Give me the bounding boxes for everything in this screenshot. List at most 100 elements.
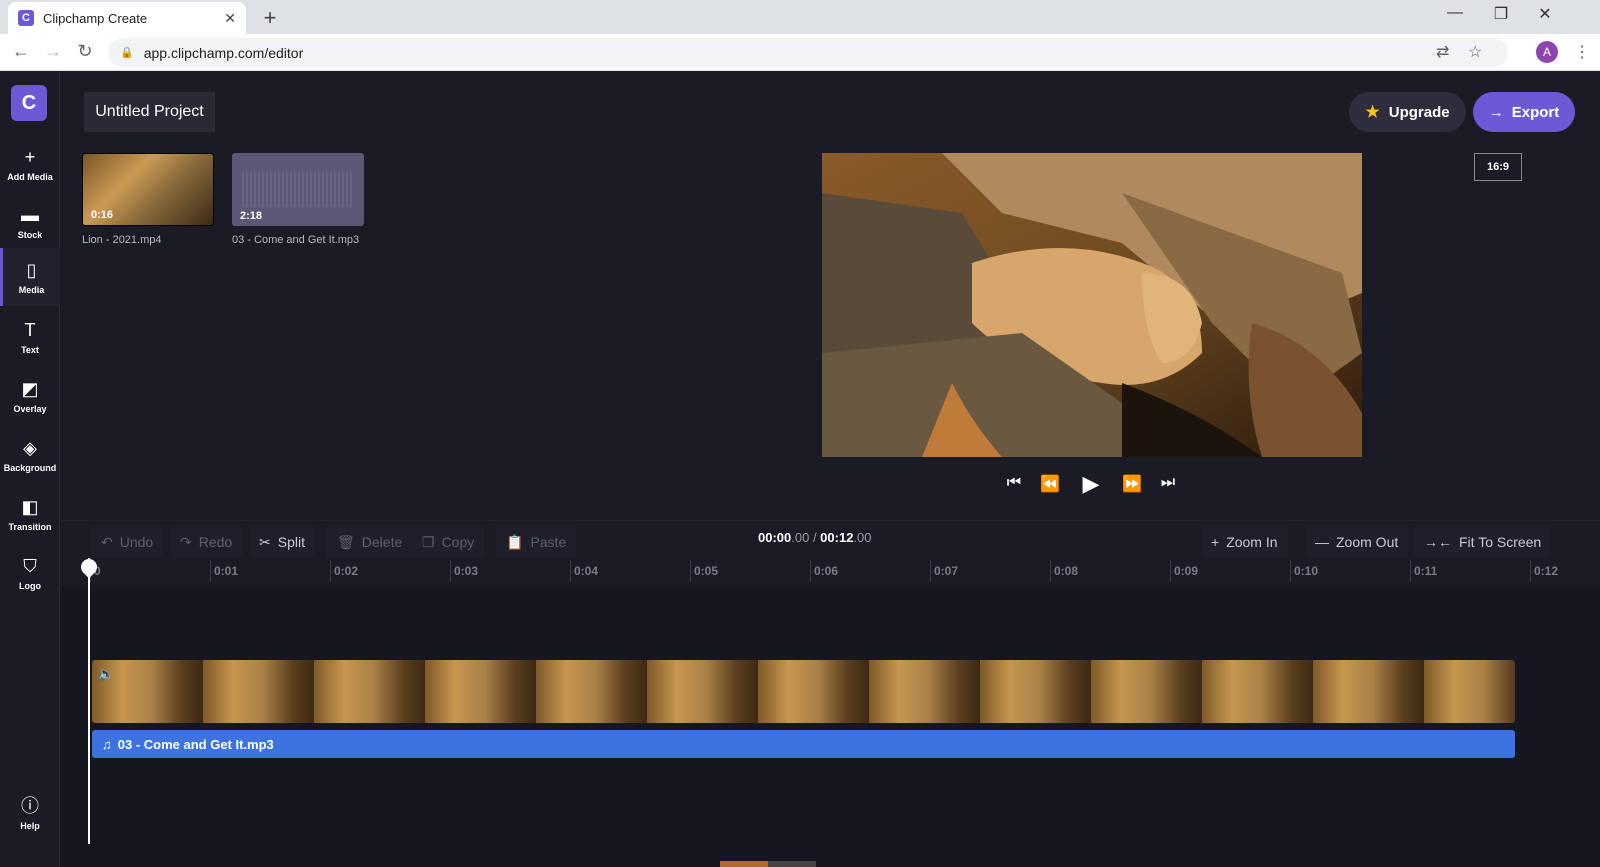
bookmark-star-icon[interactable]: ☆ <box>1468 42 1482 62</box>
ruler-tick-label: 0:09 <box>1174 564 1199 578</box>
play-icon[interactable]: ▶ <box>1076 471 1106 497</box>
project-title[interactable]: Untitled Project <box>84 92 215 132</box>
shield-icon: ⛉ <box>23 555 37 576</box>
fit-to-screen-button[interactable]: →← Fit To Screen <box>1414 527 1552 557</box>
media-item-video[interactable]: 0:16 Lion - 2021.mp4 <box>82 153 214 246</box>
ruler-tick: 0:06 <box>810 560 839 582</box>
sidebar-item-label: Media <box>18 284 45 295</box>
ruler-tick: 0:03 <box>450 560 478 582</box>
ruler-tick-label: 0:04 <box>574 564 599 578</box>
sidebar-item-label: Stock <box>17 229 43 240</box>
browser-tab[interactable]: C Clipchamp Create ✕ <box>8 2 246 34</box>
audio-clip[interactable]: ♫ 03 - Come and Get It.mp3 <box>92 730 1515 758</box>
paste-icon: 📋 <box>506 533 524 550</box>
url-text: app.clipchamp.com/editor <box>143 44 304 61</box>
sidebar-item-transition[interactable]: ◧ Transition <box>0 485 60 543</box>
reload-icon[interactable]: ↻ <box>73 41 97 62</box>
media-item-audio[interactable]: 2:18 03 - Come and Get It.mp3 <box>232 153 364 246</box>
split-button[interactable]: ✂ Split <box>249 527 315 557</box>
paste-label: Paste <box>530 534 567 550</box>
audio-thumbnail[interactable]: 2:18 <box>232 153 364 226</box>
restore-icon[interactable]: ❐ <box>1478 4 1524 24</box>
sidebar-item-text[interactable]: T Text <box>0 308 60 366</box>
media-filename: 03 - Come and Get It.mp3 <box>232 234 360 246</box>
skip-to-start-icon[interactable]: ⏮ <box>999 474 1029 492</box>
ruler-tick-label: 0:11 <box>1414 564 1438 578</box>
url-field[interactable]: 🔒 app.clipchamp.com/editor <box>108 38 1508 67</box>
minimize-icon[interactable]: — <box>1432 4 1478 22</box>
skip-to-end-icon[interactable]: ⏭ <box>1153 474 1183 492</box>
ruler-tick: 0:07 <box>930 560 959 582</box>
rewind-icon[interactable]: ⏪ <box>1035 474 1065 494</box>
back-icon[interactable]: ← <box>9 41 33 62</box>
volume-icon[interactable]: 🔈 <box>98 666 114 682</box>
file-icon: ▯ <box>26 259 37 280</box>
sidebar-item-label: Text <box>21 344 39 355</box>
redo-label: Redo <box>198 534 233 550</box>
delete-button[interactable]: 🗑 Delete <box>327 527 413 557</box>
timeline-tracks[interactable]: 🔈 ♫ 03 - Come and Get It.mp3 <box>60 586 1600 867</box>
audio-clip-label: 03 - Come and Get It.mp3 <box>117 736 274 752</box>
redo-button[interactable]: ↷ Redo <box>170 527 243 557</box>
fit-to-screen-label: Fit To Screen <box>1459 534 1542 550</box>
paste-button[interactable]: 📋 Paste <box>496 527 577 557</box>
copy-label: Copy <box>441 534 475 550</box>
sidebar-item-overlay[interactable]: ◩ Overlay <box>0 367 60 425</box>
forward-icon[interactable]: → <box>41 41 65 62</box>
ruler-tick-label: 0:12 <box>1534 564 1559 578</box>
window-close-icon[interactable]: ✕ <box>1522 4 1568 24</box>
sidebar-item-help[interactable]: ⓘ Help <box>0 784 60 842</box>
timecode: 00:00.00 / 00:12.00 <box>758 530 872 545</box>
sidebar-item-label: Add Media <box>7 171 53 182</box>
ruler-tick: 0:02 <box>330 560 358 582</box>
media-duration: 2:18 <box>240 210 263 222</box>
transition-icon: ◧ <box>21 496 39 517</box>
ruler-tick: 0:04 <box>570 560 599 582</box>
browser-menu-icon[interactable]: ⋮ <box>1574 42 1590 62</box>
translate-icon[interactable]: ⇄ <box>1436 42 1449 62</box>
layers-icon: ◈ <box>23 437 37 458</box>
zoom-out-label: Zoom Out <box>1336 534 1399 550</box>
minus-icon: — <box>1315 534 1329 550</box>
sidebar-item-stock[interactable]: ▬ Stock <box>0 193 60 251</box>
timeline-ruler[interactable]: 0 0:01 0:02 0:03 0:04 0:05 0:06 0:07 0:0… <box>60 558 1600 586</box>
video-clip[interactable] <box>92 660 1515 723</box>
ruler-tick: 0:05 <box>690 560 719 582</box>
lock-icon: 🔒 <box>120 47 134 59</box>
playhead[interactable] <box>88 558 90 844</box>
stock-icon: ▬ <box>21 204 39 225</box>
video-preview[interactable] <box>822 153 1362 457</box>
sidebar-item-media[interactable]: ▯ Media <box>0 248 60 306</box>
new-tab-icon[interactable]: + <box>258 5 282 31</box>
ruler-tick-label: 0:07 <box>934 564 959 578</box>
trash-icon: 🗑 <box>337 533 355 550</box>
fast-forward-icon[interactable]: ⏩ <box>1117 474 1147 494</box>
upgrade-button[interactable]: ★ Upgrade <box>1349 92 1466 132</box>
video-thumbnail[interactable]: 0:16 <box>82 153 214 226</box>
ruler-tick-label: 0:06 <box>814 564 839 578</box>
ruler-tick: 0:12 <box>1530 560 1559 582</box>
copy-button[interactable]: ❐ Copy <box>412 527 485 557</box>
zoom-out-button[interactable]: — Zoom Out <box>1305 527 1409 557</box>
split-label: Split <box>277 534 305 550</box>
tab-close-icon[interactable]: ✕ <box>224 10 236 27</box>
export-button[interactable]: → Export <box>1473 92 1575 132</box>
aspect-ratio-button[interactable]: 16:9 <box>1474 153 1522 181</box>
ruler-tick: 0:09 <box>1170 560 1199 582</box>
zoom-in-button[interactable]: + Zoom In <box>1201 527 1288 557</box>
sidebar-item-add-media[interactable]: + Add Media <box>0 135 60 193</box>
ruler-tick: 0:10 <box>1290 560 1319 582</box>
timecode-separator: / <box>809 530 821 545</box>
undo-button[interactable]: ↶ Undo <box>91 527 164 557</box>
sidebar-item-logo[interactable]: ⛉ Logo <box>0 544 60 602</box>
sidebar-item-background[interactable]: ◈ Background <box>0 426 60 484</box>
ruler-tick: 0:11 <box>1410 560 1438 582</box>
ruler-tick: 0:01 <box>210 560 238 582</box>
ruler-tick-label: 0:05 <box>694 564 719 578</box>
delete-label: Delete <box>361 534 403 550</box>
sidebar-item-label: Background <box>3 462 57 473</box>
sidebar-item-label: Transition <box>8 521 52 532</box>
profile-avatar[interactable]: A <box>1536 41 1558 63</box>
clipchamp-logo[interactable]: C <box>11 85 47 121</box>
ruler-tick-label: 0:10 <box>1294 564 1319 578</box>
